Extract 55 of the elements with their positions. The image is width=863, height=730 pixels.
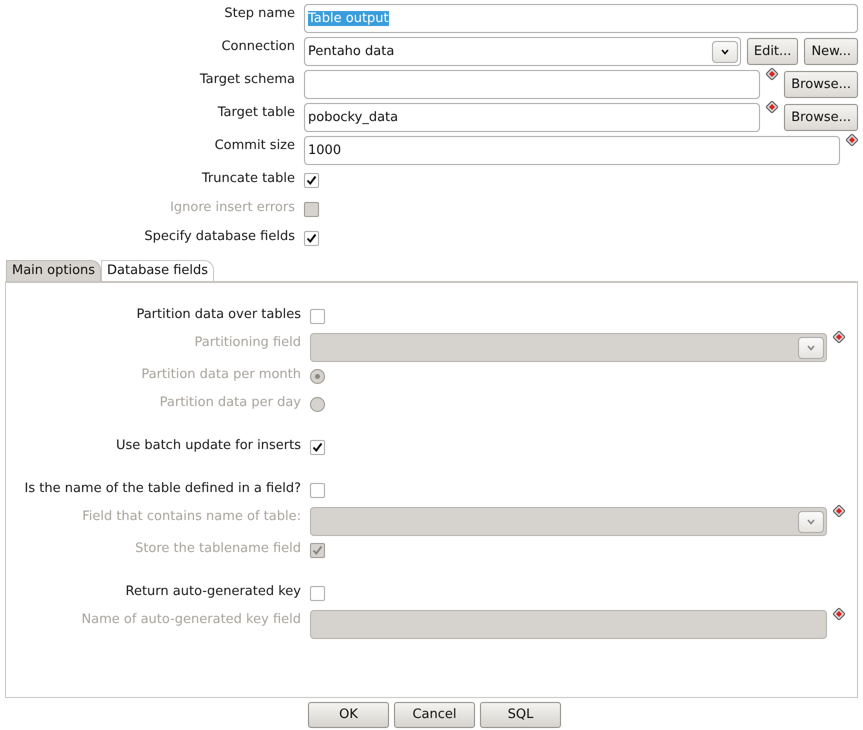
field-label: Partitioning field bbox=[194, 334, 301, 352]
dialog-button[interactable]: SQL bbox=[480, 702, 561, 728]
field-value: pobocky_data bbox=[308, 110, 398, 125]
tab[interactable]: Database fields bbox=[101, 260, 214, 281]
field-label: Partition data over tables bbox=[135, 306, 301, 324]
button[interactable]: New... bbox=[804, 38, 858, 65]
checkbox[interactable] bbox=[310, 483, 325, 498]
check-icon bbox=[312, 442, 323, 453]
input-field[interactable]: 1000 bbox=[304, 136, 840, 165]
field-label: Step name bbox=[223, 5, 295, 23]
input-field[interactable]: pobocky_data bbox=[304, 103, 760, 132]
field-value: Table output bbox=[308, 10, 389, 26]
dropdown-field[interactable]: Pentaho data bbox=[304, 37, 741, 66]
required-icon bbox=[833, 331, 845, 343]
caret-icon bbox=[720, 48, 729, 54]
field-label: Truncate table bbox=[200, 170, 295, 188]
field-label: Store the tablename field bbox=[134, 540, 301, 558]
checkbox[interactable] bbox=[310, 586, 325, 601]
button[interactable]: Browse... bbox=[784, 71, 858, 98]
checkbox[interactable] bbox=[310, 440, 325, 455]
input-field[interactable] bbox=[304, 70, 760, 99]
field-label: Partition data per month bbox=[140, 366, 301, 384]
checkbox[interactable] bbox=[304, 231, 319, 246]
field-label: Target table bbox=[216, 104, 295, 122]
dialog-button[interactable]: OK bbox=[308, 702, 389, 728]
checkbox[interactable] bbox=[304, 173, 319, 188]
field-label: Ignore insert errors bbox=[169, 199, 295, 217]
required-icon bbox=[766, 68, 778, 80]
checkbox[interactable] bbox=[310, 309, 325, 324]
field-label: Return auto-generated key bbox=[124, 583, 301, 601]
field-label: Is the name of the table defined in a field? bbox=[24, 480, 301, 498]
field-value: 1000 bbox=[308, 142, 342, 158]
field-label: Connection bbox=[220, 38, 295, 56]
caret-icon bbox=[807, 518, 815, 524]
required-icon bbox=[846, 134, 858, 146]
tab[interactable]: Main options bbox=[6, 260, 102, 281]
dropdown-button[interactable] bbox=[712, 40, 738, 62]
required-icon bbox=[766, 101, 778, 113]
button[interactable]: Edit... bbox=[746, 38, 798, 65]
field-value: Pentaho data bbox=[308, 44, 394, 59]
required-icon bbox=[833, 608, 845, 620]
check-icon bbox=[312, 545, 323, 556]
required-icon bbox=[833, 505, 845, 517]
field-label: Commit size bbox=[214, 137, 295, 155]
field-label: Partition data per day bbox=[158, 394, 301, 412]
caret-icon bbox=[807, 344, 815, 350]
button[interactable]: Browse... bbox=[784, 104, 858, 131]
field-label: Name of auto-generated key field bbox=[80, 611, 301, 629]
field-label: Use batch update for inserts bbox=[114, 437, 301, 455]
field-label: Specify database fields bbox=[143, 228, 295, 246]
field-label: Target schema bbox=[198, 71, 295, 89]
check-icon bbox=[306, 175, 317, 186]
check-icon bbox=[306, 233, 317, 244]
field-label: Field that contains name of table: bbox=[81, 508, 301, 526]
dialog-button[interactable]: Cancel bbox=[394, 702, 475, 728]
